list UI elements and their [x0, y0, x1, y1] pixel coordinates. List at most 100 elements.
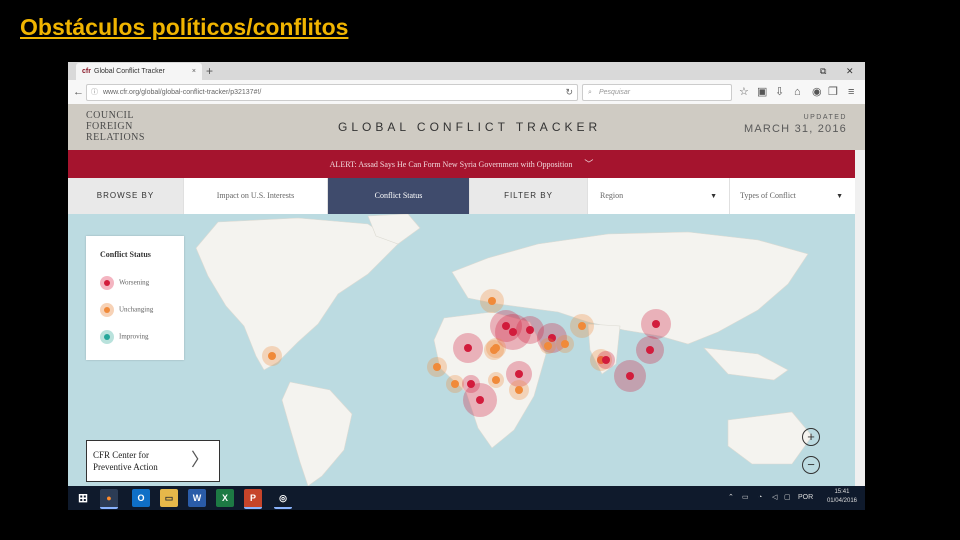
filter-by-label: FILTER BY [470, 178, 588, 214]
pocket-icon[interactable]: ❐ [828, 80, 838, 104]
unchanging-conflict-marker[interactable] [451, 380, 459, 388]
address-bar[interactable]: ⓘ www.cfr.org/global/global-conflict-tra… [86, 84, 578, 101]
tray-up-arrow-icon[interactable]: ⌃ [728, 486, 734, 510]
reload-icon[interactable]: ↻ [565, 85, 573, 100]
site-title: GLOBAL CONFLICT TRACKER [338, 120, 602, 134]
new-tab-button[interactable]: + [206, 62, 213, 80]
legend-item-worsening[interactable]: Worsening [100, 276, 149, 290]
back-arrow-icon[interactable]: ← [73, 80, 84, 104]
tab-impact-on-us-interests[interactable]: Impact on U.S. Interests [184, 178, 328, 214]
unchanging-marker-icon [100, 303, 114, 317]
unchanging-conflict-marker[interactable] [492, 376, 500, 384]
unchanging-conflict-marker[interactable] [544, 342, 552, 350]
region-dropdown[interactable]: Region ▼ [588, 178, 730, 214]
page-scrollbar[interactable] [855, 150, 865, 486]
extension-icon[interactable]: ◉ [812, 80, 822, 104]
tab-title: Global Conflict Tracker [94, 68, 165, 75]
dropdown-arrow-icon: ▼ [710, 192, 717, 200]
worsening-conflict-marker[interactable] [646, 346, 654, 354]
tab-conflict-status[interactable]: Conflict Status [328, 178, 470, 214]
tray-volume-icon[interactable]: ◁ [772, 486, 777, 510]
zoom-in-button[interactable]: + [802, 428, 820, 446]
worsening-conflict-marker[interactable] [652, 320, 660, 328]
bookmark-star-icon[interactable]: ☆ [739, 80, 749, 104]
menu-icon[interactable]: ≡ [848, 80, 854, 104]
info-icon[interactable]: ⓘ [91, 85, 98, 100]
cfr-favicon-icon: cfr [82, 68, 91, 75]
tab-close-icon[interactable]: × [192, 63, 196, 80]
cfr-preventive-action-link[interactable]: CFR Center for Preventive Action 〉 [86, 440, 220, 482]
unchanging-conflict-marker[interactable] [490, 346, 498, 354]
worsening-conflict-marker[interactable] [509, 328, 517, 336]
australia-shape [727, 411, 813, 465]
excel-icon[interactable]: X [216, 489, 234, 507]
north-america-shape [195, 217, 399, 371]
tray-network-icon[interactable]: ◔ [758, 486, 762, 510]
clock-time: 15:41 [834, 489, 850, 495]
southeast-asia-islands-shape [703, 347, 789, 381]
zoom-out-button[interactable]: − [802, 456, 820, 474]
world-map[interactable]: Conflict Status Worsening Unchanging Imp… [68, 214, 855, 486]
conflict-status-legend: Conflict Status Worsening Unchanging Imp… [86, 236, 184, 360]
clock-date: 01/04/2016 [826, 498, 857, 504]
word-icon[interactable]: W [188, 489, 206, 507]
unchanging-conflict-marker[interactable] [488, 297, 496, 305]
start-icon[interactable]: ⊞ [74, 489, 92, 507]
worsening-conflict-marker[interactable] [602, 356, 610, 364]
reading-list-icon[interactable]: ▣ [757, 80, 767, 104]
window-restore-button[interactable]: ⧉ [820, 62, 826, 80]
browser-nav-bar: ← ⓘ www.cfr.org/global/global-conflict-t… [68, 80, 865, 105]
window-close-button[interactable]: ✕ [846, 62, 854, 80]
filter-bar: BROWSE BY Impact on U.S. Interests Confl… [68, 178, 855, 215]
chrome-icon[interactable]: ◎ [274, 489, 292, 509]
cpr-line-1: CFR Center for [93, 450, 149, 460]
browse-by-label: BROWSE BY [68, 178, 184, 214]
improving-marker-icon [100, 330, 114, 344]
home-icon[interactable]: ⌂ [794, 80, 801, 104]
tray-language[interactable]: POR [798, 486, 813, 510]
updated-label: UPDATED [803, 114, 847, 121]
slide-title: Obstáculos políticos/conflitos [20, 14, 349, 40]
worsening-marker-icon [100, 276, 114, 290]
worsening-conflict-marker[interactable] [476, 396, 484, 404]
search-placeholder: Pesquisar [599, 89, 631, 96]
file-explorer-icon[interactable]: ▭ [160, 489, 178, 507]
worsening-conflict-marker[interactable] [626, 372, 634, 380]
unchanging-conflict-marker[interactable] [515, 386, 523, 394]
unchanging-conflict-marker[interactable] [268, 352, 276, 360]
updated-date: MARCH 31, 2016 [743, 123, 847, 135]
download-icon[interactable]: ⇩ [775, 80, 784, 104]
tray-battery-icon[interactable]: ▭ [742, 486, 749, 510]
windows-taskbar: ⊞ ● O ▭ W X P ◎ ⌃ ▭ ◔ ◁ ▢ POR 15:41 01/0… [68, 486, 865, 510]
browser-tab-bar: cfr Global Conflict Tracker × + ⧉ ✕ [68, 62, 865, 80]
search-icon: ⌕ [588, 89, 592, 96]
outlook-icon[interactable]: O [132, 489, 150, 507]
unchanging-conflict-marker[interactable] [561, 340, 569, 348]
tray-clock[interactable]: 15:41 01/04/2016 [827, 488, 857, 506]
south-america-shape [281, 381, 353, 486]
browser-tab[interactable]: cfr Global Conflict Tracker × [76, 63, 202, 80]
legend-item-improving[interactable]: Improving [100, 330, 149, 344]
chevron-down-icon[interactable]: ﹀ [584, 159, 593, 169]
worsening-conflict-marker[interactable] [515, 370, 523, 378]
browser-screenshot: cfr Global Conflict Tracker × + ⧉ ✕ ← ⓘ … [68, 62, 865, 510]
unchanging-conflict-marker[interactable] [578, 322, 586, 330]
dropdown-arrow-icon: ▼ [836, 192, 843, 200]
region-label: Region [600, 191, 624, 200]
firefox-icon[interactable]: ● [100, 489, 118, 509]
browser-search-box[interactable]: ⌕ Pesquisar [582, 84, 732, 101]
worsening-conflict-marker[interactable] [464, 344, 472, 352]
cpr-line-2: Preventive Action [93, 462, 158, 472]
powerpoint-icon[interactable]: P [244, 489, 262, 509]
types-label: Types of Conflict [740, 191, 796, 200]
alert-banner[interactable]: ALERT: Assad Says He Can Form New Syria … [68, 150, 855, 178]
cfr-logo[interactable]: COUNCIL FOREIGN RELATIONS [86, 110, 145, 143]
url-text: www.cfr.org/global/global-conflict-track… [103, 89, 262, 96]
alert-text: ALERT: Assad Says He Can Form New Syria … [329, 160, 573, 169]
unchanging-conflict-marker[interactable] [433, 363, 441, 371]
site-header: COUNCIL FOREIGN RELATIONS GLOBAL CONFLIC… [68, 104, 865, 150]
tray-chat-icon[interactable]: ▢ [784, 486, 791, 510]
legend-item-unchanging[interactable]: Unchanging [100, 303, 153, 317]
types-of-conflict-dropdown[interactable]: Types of Conflict ▼ [730, 178, 855, 214]
legend-title: Conflict Status [100, 250, 151, 259]
